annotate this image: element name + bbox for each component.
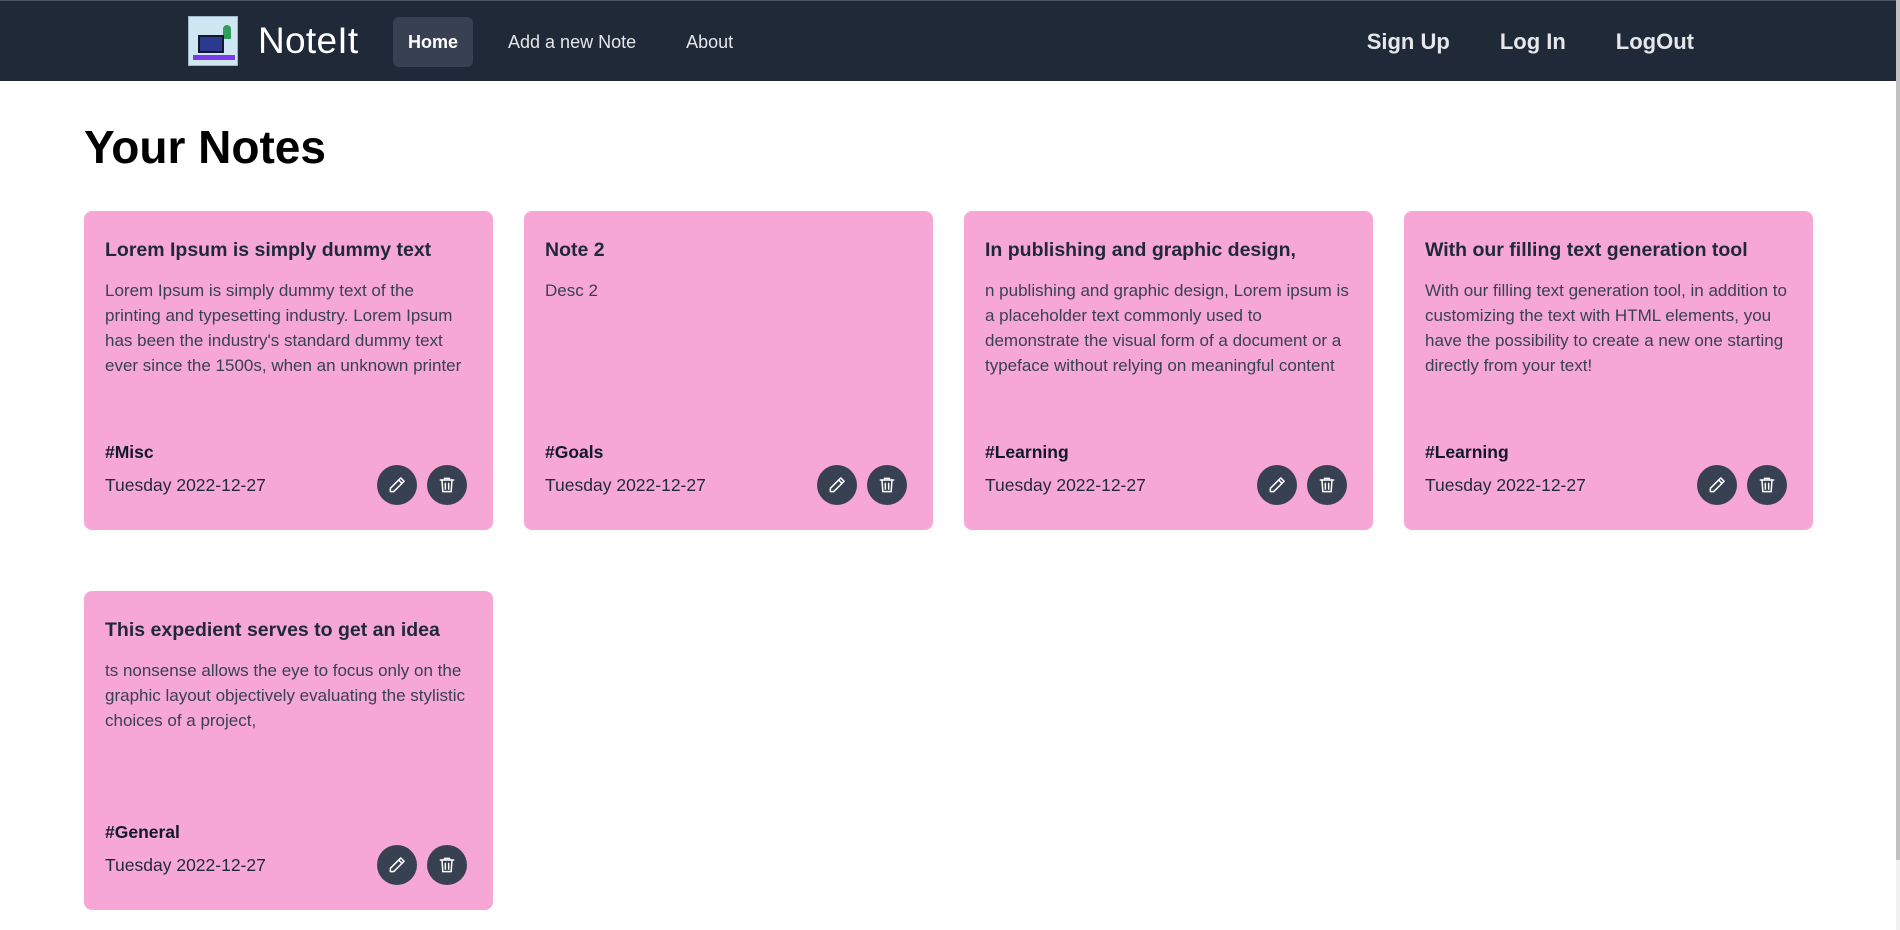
log-out-link[interactable]: LogOut — [1616, 17, 1694, 67]
brand-logo-icon[interactable] — [188, 16, 238, 66]
scrollbar-thumb[interactable] — [1896, 0, 1900, 860]
note-tag: #Learning — [985, 442, 1069, 462]
delete-note-button[interactable] — [427, 465, 467, 505]
pencil-icon — [1269, 477, 1285, 493]
note-card: Note 2 Desc 2 #Goals Tuesday 2022-12-27 — [524, 211, 933, 530]
note-description: Lorem Ipsum is simply dummy text of the … — [105, 281, 462, 376]
sign-up-link[interactable]: Sign Up — [1367, 17, 1450, 67]
note-actions — [1687, 465, 1787, 505]
delete-note-button[interactable] — [1747, 465, 1787, 505]
trash-icon — [439, 857, 455, 873]
note-actions — [807, 465, 907, 505]
note-description: With our filling text generation tool, i… — [1425, 281, 1787, 376]
edit-note-button[interactable] — [1697, 465, 1737, 505]
note-description: ts nonsense allows the eye to focus only… — [105, 661, 466, 731]
edit-note-button[interactable] — [817, 465, 857, 505]
note-card: Lorem Ipsum is simply dummy text Lorem I… — [84, 211, 493, 530]
brand[interactable]: NoteIt — [188, 16, 359, 66]
delete-note-button[interactable] — [1307, 465, 1347, 505]
note-description: n publishing and graphic design, Lorem i… — [985, 281, 1349, 376]
brand-name[interactable]: NoteIt — [258, 20, 359, 62]
note-actions — [367, 845, 467, 885]
note-actions — [367, 465, 467, 505]
trash-icon — [879, 477, 895, 493]
edit-note-button[interactable] — [377, 465, 417, 505]
notes-grid: Lorem Ipsum is simply dummy text Lorem I… — [84, 211, 1814, 910]
nav-link-about[interactable]: About — [671, 17, 748, 67]
log-in-link[interactable]: Log In — [1500, 17, 1566, 67]
pencil-icon — [389, 857, 405, 873]
delete-note-button[interactable] — [427, 845, 467, 885]
delete-note-button[interactable] — [867, 465, 907, 505]
edit-note-button[interactable] — [1257, 465, 1297, 505]
note-card: This expedient serves to get an idea ts … — [84, 591, 493, 910]
nav-link-home[interactable]: Home — [393, 17, 474, 67]
note-date: Tuesday 2022-12-27 — [1425, 475, 1586, 495]
note-title: In publishing and graphic design, — [985, 239, 1296, 261]
note-title: Note 2 — [545, 239, 605, 261]
trash-icon — [1759, 477, 1775, 493]
note-date: Tuesday 2022-12-27 — [545, 475, 706, 495]
auth-links: Sign Up Log In LogOut — [1317, 17, 1694, 67]
note-description: Desc 2 — [545, 281, 598, 301]
note-tag: #Learning — [1425, 442, 1509, 462]
note-date: Tuesday 2022-12-27 — [105, 475, 266, 495]
note-title: With our filling text generation tool — [1425, 239, 1748, 261]
nav-links: Home Add a new Note About — [393, 17, 768, 67]
note-title: Lorem Ipsum is simply dummy text — [105, 239, 432, 261]
trash-icon — [1319, 477, 1335, 493]
navbar: NoteIt Home Add a new Note About Sign Up… — [0, 0, 1900, 81]
trash-icon — [439, 477, 455, 493]
note-tag: #General — [105, 822, 180, 842]
note-card: With our filling text generation tool Wi… — [1404, 211, 1813, 530]
pencil-icon — [829, 477, 845, 493]
note-card: In publishing and graphic design, n publ… — [964, 211, 1373, 530]
page-scrollbar[interactable] — [1896, 0, 1900, 930]
note-tag: #Misc — [105, 442, 154, 462]
note-date: Tuesday 2022-12-27 — [985, 475, 1146, 495]
note-date: Tuesday 2022-12-27 — [105, 855, 266, 875]
nav-link-add-note[interactable]: Add a new Note — [493, 17, 651, 67]
note-tag: #Goals — [545, 442, 604, 462]
pencil-icon — [1709, 477, 1725, 493]
note-actions — [1247, 465, 1347, 505]
page-title: Your Notes — [84, 121, 326, 173]
pencil-icon — [389, 477, 405, 493]
edit-note-button[interactable] — [377, 845, 417, 885]
note-title: This expedient serves to get an idea — [105, 619, 440, 641]
